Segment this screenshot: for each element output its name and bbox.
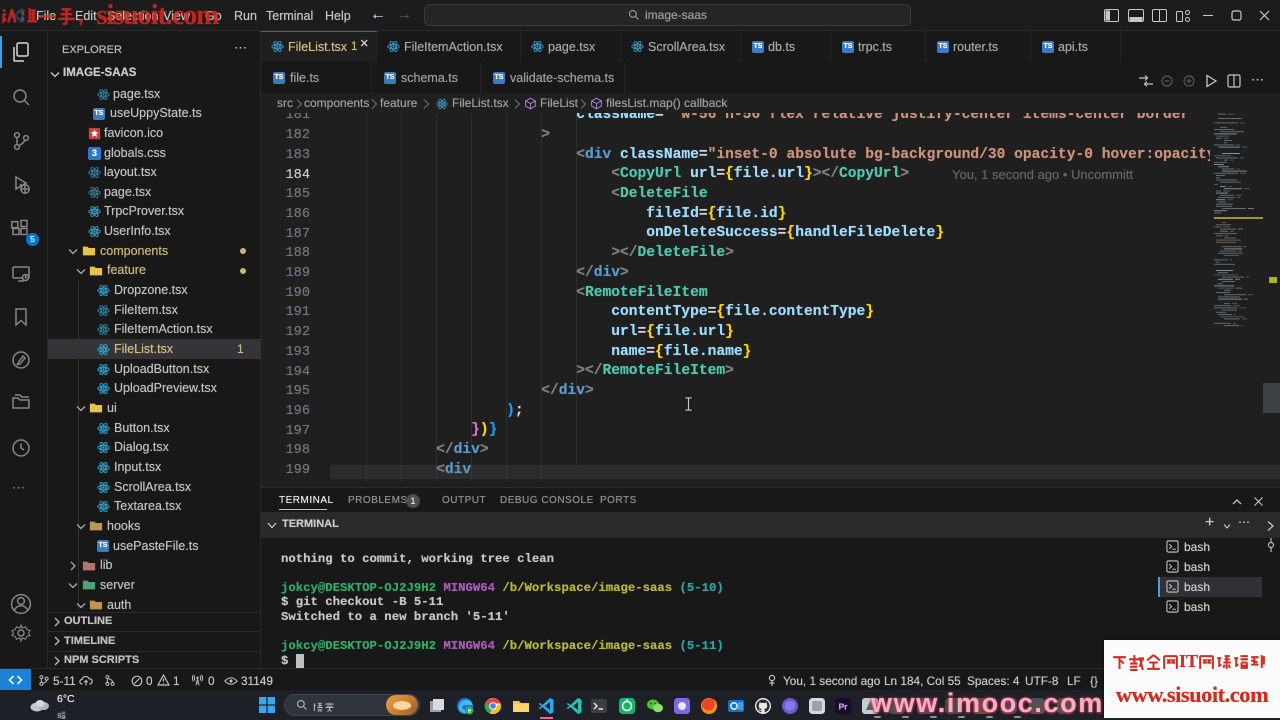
svg-text:Pr: Pr — [839, 702, 849, 712]
